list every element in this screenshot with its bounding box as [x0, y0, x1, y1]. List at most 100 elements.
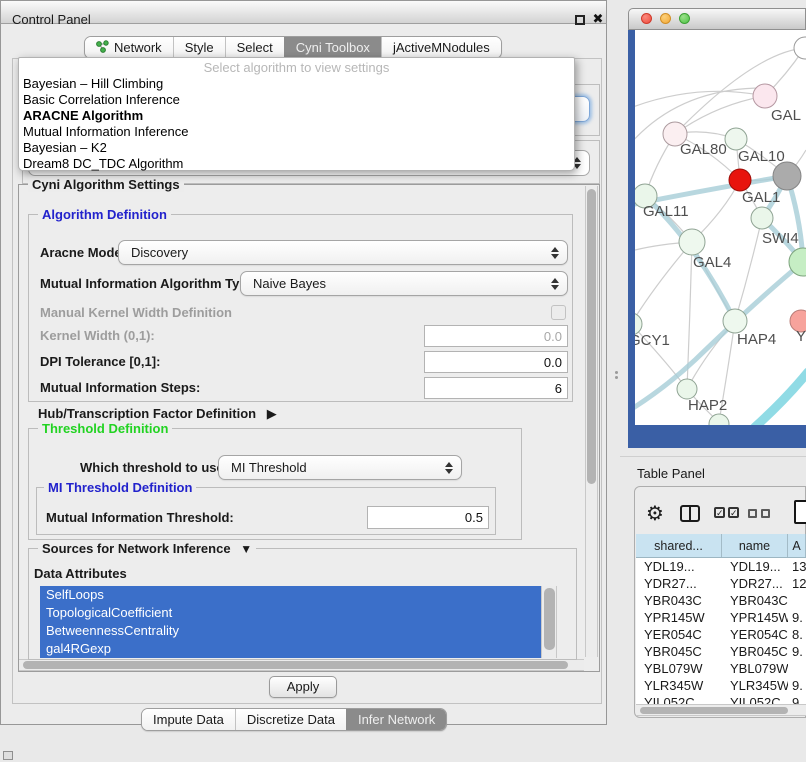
close-icon[interactable]: ✖ [591, 11, 605, 27]
tab-jactivemnodules[interactable]: jActiveMNodules [381, 37, 501, 58]
network-node-gal-partial[interactable] [753, 84, 777, 108]
network-node-hap4[interactable] [723, 309, 747, 333]
table-cell: 9. [788, 609, 806, 626]
table-header: shared... name A [636, 534, 806, 558]
network-node-gal10[interactable] [725, 128, 747, 150]
node-label: GAL10 [738, 148, 785, 165]
control-panel-titlebar[interactable] [0, 0, 607, 24]
network-node-gray[interactable] [773, 162, 801, 190]
column-header-name[interactable]: name [722, 534, 788, 557]
tab-impute-data[interactable]: Impute Data [142, 709, 235, 730]
hub-definition-label: Hub/Transcription Factor Definition [38, 406, 256, 421]
data-attribute-item[interactable]: SelfLoops [40, 586, 541, 604]
table-cell [788, 660, 806, 677]
which-threshold-combo[interactable]: MI Threshold [218, 455, 462, 480]
table-cell: YBR043C [636, 592, 722, 609]
select-all-checked-icon[interactable]: ✓ [714, 507, 725, 518]
select-all-checked-icon[interactable]: ✓ [728, 507, 739, 518]
manual-kernel-checkbox[interactable] [551, 305, 566, 320]
settings-horizontal-scrollbar[interactable] [19, 659, 584, 671]
tab-select[interactable]: Select [225, 37, 284, 58]
algorithm-option[interactable]: Basic Correlation Inference [19, 92, 574, 108]
dock-panel-icon[interactable] [3, 751, 13, 760]
data-attribute-item[interactable]: TopologicalCoefficient [40, 604, 541, 622]
tab-label: jActiveMNodules [393, 40, 490, 55]
scrollbar-thumb[interactable] [23, 661, 568, 669]
network-node-gal4[interactable] [679, 229, 705, 255]
table-cell: YBL079W [636, 660, 722, 677]
network-window-titlebar[interactable] [628, 8, 806, 30]
data-attribute-item[interactable]: gal4RGexp [40, 640, 541, 658]
close-traffic-light-icon[interactable] [641, 13, 652, 24]
dpi-tolerance-field[interactable] [424, 351, 568, 373]
algorithm-option[interactable]: Mutual Information Inference [19, 124, 574, 140]
table-row[interactable]: YPR145WYPR145W9. [636, 609, 806, 626]
node-label: GAL [771, 107, 801, 124]
column-header-partial[interactable]: A [788, 534, 806, 557]
tab-cyni-toolbox[interactable]: Cyni Toolbox [284, 37, 381, 58]
algorithm-option[interactable]: Bayesian – Hill Climbing [19, 76, 574, 92]
algorithm-option[interactable]: Bayesian – K2 [19, 140, 574, 156]
new-column-document-icon[interactable] [794, 500, 806, 524]
tab-label: Infer Network [358, 712, 435, 727]
network-node-hap2[interactable] [677, 379, 697, 399]
table-row[interactable]: YBL079WYBL079W [636, 660, 806, 677]
tab-discretize-data[interactable]: Discretize Data [235, 709, 346, 730]
float-window-icon[interactable] [575, 15, 585, 25]
data-attributes-label: Data Attributes [34, 566, 127, 582]
mi-threshold-field[interactable] [367, 506, 489, 529]
scrollbar-thumb[interactable] [587, 189, 596, 484]
table-cell: YDR27... [636, 575, 722, 592]
attributes-list-scrollbar[interactable] [541, 586, 557, 658]
column-browser-icon[interactable] [680, 505, 700, 522]
kernel-width-field[interactable] [424, 325, 568, 347]
table-row[interactable]: YER054CYER054C8. [636, 626, 806, 643]
table-cell: YIL052C [636, 694, 722, 704]
tab-network[interactable]: Network [85, 37, 173, 58]
control-panel-tabs: Network Style Select Cyni Toolbox jActiv… [84, 36, 502, 59]
table-row[interactable]: YDR27...YDR27...12 [636, 575, 806, 592]
sources-group-header[interactable]: Sources for Network Inference ▼ [38, 541, 256, 556]
mi-steps-label: Mutual Information Steps: [40, 377, 200, 399]
algorithm-option[interactable]: ARACNE Algorithm [19, 108, 574, 124]
table-row[interactable]: YBR045CYBR045C9. [636, 643, 806, 660]
minimize-traffic-light-icon[interactable] [660, 13, 671, 24]
mi-type-combo[interactable]: Naive Bayes [240, 271, 568, 296]
zoom-traffic-light-icon[interactable] [679, 13, 690, 24]
aracne-mode-combo[interactable]: Discovery [118, 240, 568, 265]
tab-style[interactable]: Style [173, 37, 225, 58]
mi-steps-field[interactable] [424, 377, 568, 399]
table-cell: 9. [788, 643, 806, 660]
gear-icon[interactable]: ⚙ [646, 502, 664, 524]
settings-vertical-scrollbar[interactable] [585, 186, 598, 657]
tab-label: Network [114, 40, 162, 55]
data-attributes-list: SelfLoopsTopologicalCoefficientBetweenne… [40, 586, 541, 658]
table-row[interactable]: YDL19...YDL19...13 [636, 558, 806, 575]
deselect-all-icon[interactable] [748, 509, 757, 518]
table-row[interactable]: YBR043CYBR043C [636, 592, 806, 609]
panel-splitter[interactable] [615, 371, 618, 374]
tab-infer-network[interactable]: Infer Network [346, 709, 446, 730]
algorithm-option[interactable]: Dream8 DC_TDC Algorithm [19, 156, 574, 172]
table-row[interactable]: YIL052CYIL052C9 [636, 694, 806, 704]
scrollbar-thumb[interactable] [544, 588, 555, 650]
network-tab-icon [96, 40, 109, 56]
apply-button[interactable]: Apply [269, 676, 337, 698]
scrollbar-thumb[interactable] [640, 707, 788, 714]
node-label: HAP2 [688, 397, 727, 414]
network-canvas[interactable]: GAL GAL80 GAL10 GAL1 GAL11 SWI4 GAL4 GCY… [635, 30, 806, 425]
sources-group-title: Sources for Network Inference [42, 541, 231, 556]
expand-right-icon: ▶ [267, 406, 277, 421]
table-cell: YDL19... [722, 558, 788, 575]
table-row[interactable]: YLR345WYLR345W9. [636, 677, 806, 694]
table-cell: 8. [788, 626, 806, 643]
network-node-swi4[interactable] [751, 207, 773, 229]
which-threshold-value: MI Threshold [231, 460, 307, 475]
data-attribute-item[interactable]: BetweennessCentrality [40, 622, 541, 640]
column-header-shared-name[interactable]: shared... [636, 534, 722, 557]
network-node-gal1[interactable] [729, 169, 751, 191]
deselect-all-icon[interactable] [761, 509, 770, 518]
network-node-partial-top[interactable] [794, 37, 806, 59]
table-horizontal-scrollbar[interactable] [636, 704, 806, 716]
table-panel-separator [620, 456, 806, 457]
